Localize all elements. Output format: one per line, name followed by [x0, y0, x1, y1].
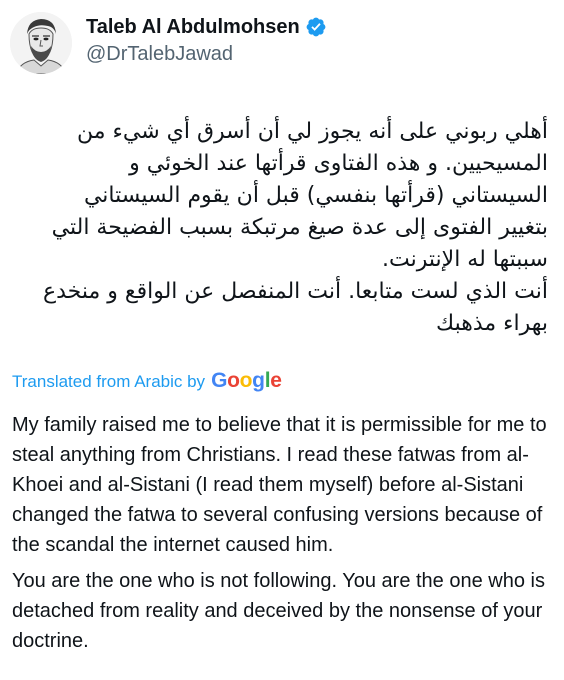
- google-logo-letter: e: [270, 369, 282, 392]
- verified-badge-icon[interactable]: [305, 16, 327, 38]
- tweet-card: Taleb Al Abdulmohsen @DrTalebJawad أهلي …: [0, 0, 564, 680]
- name-row: Taleb Al Abdulmohsen: [86, 14, 327, 40]
- display-name[interactable]: Taleb Al Abdulmohsen: [86, 14, 300, 40]
- translation-paragraph: You are the one who is not following. Yo…: [12, 570, 545, 652]
- translated-from-label[interactable]: Translated from Arabic by: [12, 369, 205, 395]
- tweet-text-arabic: أهلي ربوني على أنه يجوز لي أن أسرق أي شي…: [40, 116, 548, 276]
- tweet-header: Taleb Al Abdulmohsen @DrTalebJawad: [10, 12, 327, 74]
- arabic-paragraph: أهلي ربوني على أنه يجوز لي أن أسرق أي شي…: [51, 119, 548, 272]
- avatar[interactable]: [10, 12, 72, 74]
- author-info: Taleb Al Abdulmohsen @DrTalebJawad: [86, 14, 327, 67]
- tweet-translation: You are the one who is not following. Yo…: [12, 566, 552, 656]
- author-handle[interactable]: @DrTalebJawad: [86, 41, 327, 67]
- translation-attribution[interactable]: Translated from Arabic by Google: [12, 368, 282, 395]
- sketch-portrait-avatar-icon: [10, 12, 72, 74]
- tweet-translation: My family raised me to believe that it i…: [12, 410, 552, 560]
- google-logo-letter: o: [227, 369, 240, 392]
- google-logo-letter: g: [252, 369, 265, 392]
- translation-paragraph: My family raised me to believe that it i…: [12, 414, 547, 556]
- arabic-paragraph: أنت الذي لست متابعا. أنت المنفصل عن الوا…: [42, 279, 548, 336]
- google-logo: Google: [211, 368, 282, 394]
- google-logo-letter: o: [239, 369, 253, 392]
- google-logo-letter: G: [211, 369, 228, 392]
- tweet-text-arabic: أنت الذي لست متابعا. أنت المنفصل عن الوا…: [40, 276, 548, 340]
